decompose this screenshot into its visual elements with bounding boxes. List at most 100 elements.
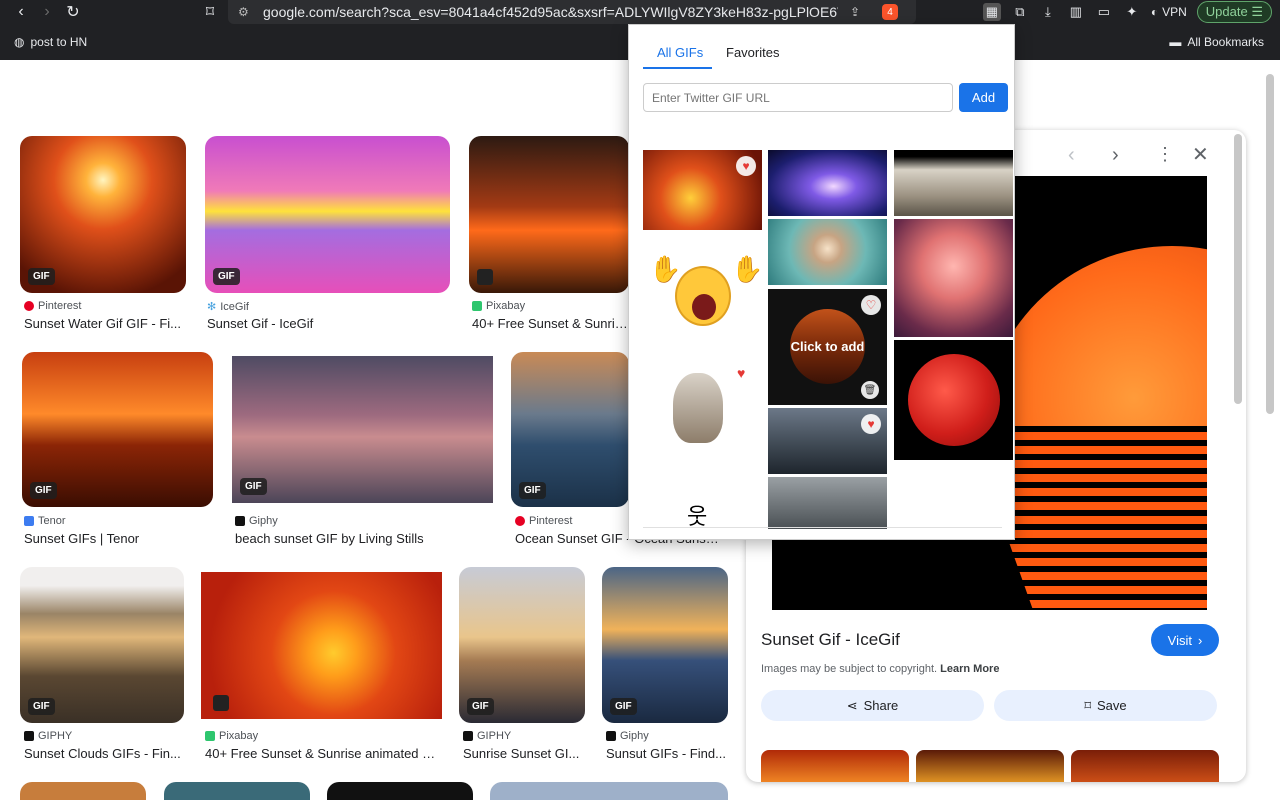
- result-source-6[interactable]: Pinterest: [515, 515, 572, 527]
- related-image-1[interactable]: [761, 750, 909, 782]
- bookmark-post-to-hn[interactable]: ◍ post to HN: [14, 35, 87, 49]
- gif-fire-elmo[interactable]: ♥: [643, 150, 762, 230]
- red-moon-shape: [908, 354, 1000, 446]
- close-icon[interactable]: ✕: [1192, 142, 1209, 167]
- gif-badge: GIF: [519, 482, 546, 499]
- copyright-notice: Images may be subject to copyright. Lear…: [761, 663, 999, 675]
- result-image-6[interactable]: GIF: [511, 352, 629, 507]
- gif-badge: GIF: [467, 698, 494, 715]
- gif-galaxy[interactable]: [768, 150, 887, 216]
- sidebar-icon[interactable]: ▥: [1067, 3, 1085, 21]
- source-label: Pixabay: [486, 300, 526, 312]
- gif-screaming-emoji[interactable]: ✋ ✋: [643, 250, 764, 335]
- emoji-hand-right: ✋: [731, 254, 764, 284]
- result-caption-2[interactable]: Sunset Gif - IceGif: [207, 316, 447, 331]
- result-image-4[interactable]: GIF: [22, 352, 213, 507]
- add-button[interactable]: Add: [959, 83, 1008, 112]
- gif-shocked-cartoon[interactable]: [768, 219, 887, 285]
- share-page-icon[interactable]: ⇪: [850, 5, 860, 19]
- wallet-icon[interactable]: ▭: [1095, 3, 1113, 21]
- result-caption-8[interactable]: 40+ Free Sunset & Sunrise animated G...: [205, 746, 441, 761]
- result-image-12[interactable]: [164, 782, 310, 800]
- heart-filled-icon[interactable]: ♥: [737, 365, 745, 381]
- result-caption-9[interactable]: Sunrise Sunset GI...: [463, 746, 585, 761]
- result-image-10[interactable]: GIF: [602, 567, 728, 723]
- result-source-1[interactable]: Pinterest: [24, 300, 81, 312]
- related-image-3[interactable]: [1071, 750, 1219, 782]
- result-source-4[interactable]: Tenor: [24, 515, 66, 527]
- share-button[interactable]: ⋖ Share: [761, 690, 984, 721]
- result-source-2[interactable]: ✻ IceGif: [207, 300, 249, 314]
- gif-pink-moon[interactable]: [894, 219, 1013, 337]
- result-caption-7[interactable]: Sunset Clouds GIFs - Fin...: [24, 746, 184, 761]
- result-image-2[interactable]: GIF: [205, 136, 450, 293]
- pinterest-icon: [24, 301, 34, 311]
- prev-image-icon[interactable]: ‹: [1068, 144, 1075, 167]
- result-source-10[interactable]: Giphy: [606, 730, 649, 742]
- extensions-puzzle-icon[interactable]: ⧉: [1011, 3, 1029, 21]
- result-image-5[interactable]: GIF: [232, 356, 493, 503]
- more-options-icon[interactable]: ⋮: [1156, 144, 1174, 165]
- result-image-1[interactable]: GIF: [20, 136, 186, 293]
- leo-icon[interactable]: ✦: [1123, 3, 1141, 21]
- back-icon[interactable]: ‹: [8, 0, 34, 24]
- result-image-3[interactable]: [469, 136, 629, 293]
- result-source-5[interactable]: Giphy: [235, 515, 278, 527]
- result-image-11[interactable]: [20, 782, 146, 800]
- tab-all-gifs[interactable]: All GIFs: [657, 45, 703, 60]
- image-badge-icon: [477, 269, 493, 285]
- trash-icon[interactable]: 🗑: [861, 381, 879, 399]
- vpn-label: VPN: [1162, 5, 1187, 19]
- gif-sunset-hover[interactable]: Click to add ♡ 🗑: [768, 289, 887, 405]
- result-caption-1[interactable]: Sunset Water Gif GIF - Fi...: [24, 316, 184, 331]
- forward-icon[interactable]: ›: [34, 0, 60, 24]
- gif-anime-boy[interactable]: ♥: [768, 408, 887, 474]
- update-button[interactable]: Update ☰: [1196, 1, 1272, 23]
- reload-icon[interactable]: ↻: [60, 0, 86, 24]
- heart-filled-icon[interactable]: ♥: [736, 156, 756, 176]
- source-label: IceGif: [220, 300, 249, 313]
- source-label: GIPHY: [477, 730, 512, 742]
- related-image-2[interactable]: [916, 750, 1064, 782]
- all-bookmarks-button[interactable]: ▬ All Bookmarks: [1169, 35, 1264, 49]
- heart-filled-icon[interactable]: ♥: [861, 414, 881, 434]
- bookmark-icon[interactable]: ⌑: [197, 0, 223, 24]
- address-bar[interactable]: ⚙ google.com/search?sca_esv=8041a4cf452d…: [228, 0, 916, 24]
- result-image-7[interactable]: GIF: [20, 567, 184, 723]
- result-caption-5[interactable]: beach sunset GIF by Living Stills: [235, 531, 495, 546]
- gif-grayscale[interactable]: [768, 477, 887, 529]
- learn-more-link[interactable]: Learn More: [940, 663, 999, 675]
- pixabay-icon: [205, 731, 215, 741]
- site-settings-icon[interactable]: ⚙: [238, 5, 249, 19]
- result-source-7[interactable]: GIPHY: [24, 730, 72, 742]
- gif-red-moon[interactable]: [894, 340, 1013, 460]
- gif-dancing-cat[interactable]: ♥: [643, 355, 762, 465]
- result-source-9[interactable]: GIPHY: [463, 730, 511, 742]
- brave-shields-icon[interactable]: 4: [882, 4, 898, 20]
- gif-beach-walker[interactable]: [894, 150, 1013, 216]
- result-image-9[interactable]: GIF: [459, 567, 585, 723]
- visit-button[interactable]: Visit ›: [1151, 624, 1219, 656]
- result-caption-10[interactable]: Sunsut GIFs - Find...: [606, 746, 728, 761]
- download-icon[interactable]: ⤓: [1039, 3, 1057, 21]
- result-source-3[interactable]: Pixabay: [472, 300, 525, 312]
- result-image-13[interactable]: [327, 782, 473, 800]
- heart-outline-icon[interactable]: ♡: [861, 295, 881, 315]
- result-image-14[interactable]: [490, 782, 728, 800]
- next-image-icon[interactable]: ›: [1112, 144, 1119, 167]
- source-label: Giphy: [620, 730, 649, 742]
- gif-extension-icon[interactable]: ▦: [982, 3, 1001, 21]
- result-caption-4[interactable]: Sunset GIFs | Tenor: [24, 531, 212, 546]
- gif-badge: GIF: [28, 698, 55, 715]
- page-scrollbar[interactable]: [1266, 74, 1274, 414]
- save-button[interactable]: ⌑ Save: [994, 690, 1217, 721]
- globe-icon: ◍: [14, 35, 25, 49]
- result-image-8[interactable]: [201, 572, 442, 719]
- panel-scrollbar[interactable]: [1234, 134, 1242, 404]
- giphy-icon: [24, 731, 34, 741]
- vpn-button[interactable]: ◐ VPN: [1151, 5, 1187, 19]
- tab-favorites[interactable]: Favorites: [726, 45, 779, 60]
- result-caption-3[interactable]: 40+ Free Sunset & Sunrise a: [472, 316, 628, 331]
- result-source-8[interactable]: Pixabay: [205, 730, 258, 742]
- gif-url-input[interactable]: [643, 83, 953, 112]
